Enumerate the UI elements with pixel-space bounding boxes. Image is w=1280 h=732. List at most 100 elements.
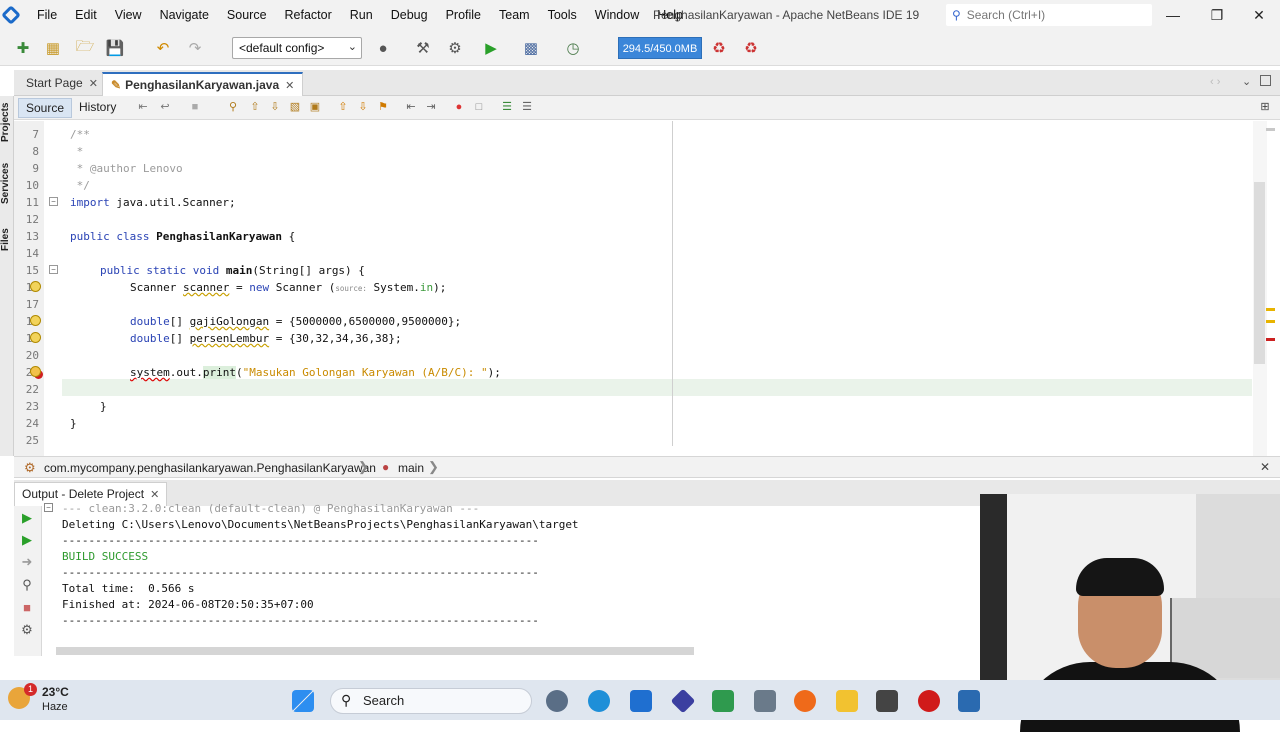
edge-icon[interactable]	[588, 690, 610, 712]
new-file-icon[interactable]: ✚	[12, 38, 34, 58]
opera-icon[interactable]	[918, 690, 940, 712]
mail-icon[interactable]	[630, 690, 652, 712]
menu-team[interactable]: Team	[499, 8, 530, 22]
shift-right-icon[interactable]: ⇥	[424, 101, 438, 114]
services-tab[interactable]: Services	[0, 158, 14, 208]
firefox-icon[interactable]	[794, 690, 816, 712]
config-select[interactable]: <default config> ⌄	[232, 37, 362, 59]
tab-start-page[interactable]: Start Page ✕	[18, 72, 106, 96]
gc-icon[interactable]: ♻	[708, 38, 730, 58]
scroll-tabs-left-icon[interactable]: ‹ ›	[1210, 76, 1220, 88]
next-bookmark-icon[interactable]: ⇩	[356, 101, 370, 114]
prev-bookmark-icon[interactable]: ⇧	[336, 101, 350, 114]
output-find-icon[interactable]: ⚲	[18, 577, 36, 593]
netbeans-taskbar-icon[interactable]	[958, 690, 980, 712]
profile-ide-icon[interactable]: ♻	[740, 38, 762, 58]
menu-tools[interactable]: Tools	[548, 8, 577, 22]
memory-indicator[interactable]: 294.5/450.0MB	[618, 37, 702, 59]
toggle-bookmark-icon[interactable]: ⚑	[376, 101, 390, 114]
output-horizontal-scrollbar[interactable]	[56, 647, 694, 655]
chevron-down-icon[interactable]: ⌄	[1242, 75, 1251, 88]
minimize-icon[interactable]: —	[1164, 6, 1182, 24]
media-app-icon[interactable]	[876, 690, 898, 712]
method-icon: ●	[382, 460, 390, 474]
maximize-pane-icon[interactable]	[1260, 75, 1271, 86]
warning-marker[interactable]	[1266, 320, 1275, 323]
error-bulb-icon[interactable]	[30, 366, 41, 377]
new-project-icon[interactable]: ▦	[42, 38, 64, 58]
close-icon[interactable]: ✕	[285, 80, 294, 92]
open-project-icon[interactable]: 🗁	[74, 38, 96, 58]
uncomment-icon[interactable]: ☰	[520, 101, 534, 114]
menu-edit[interactable]: Edit	[75, 8, 97, 22]
last-edit-icon[interactable]: ⇤	[136, 101, 150, 114]
weather-widget[interactable]: 1 23°C Haze	[8, 683, 88, 717]
fold-toggle-icon[interactable]: −	[44, 503, 53, 512]
stop-icon[interactable]: ■	[18, 600, 36, 616]
search-placeholder: Search (Ctrl+I)	[966, 8, 1046, 22]
start-macro-icon[interactable]: ●	[452, 101, 466, 114]
breadcrumb-method[interactable]: main	[398, 461, 424, 475]
comment-icon[interactable]: ☰	[500, 101, 514, 114]
save-all-icon[interactable]: 💾	[104, 38, 126, 58]
error-marker[interactable]	[1266, 338, 1275, 341]
find-prev-icon[interactable]: ⇧	[248, 101, 262, 114]
profile-icon[interactable]: ◷	[562, 38, 584, 58]
debug-icon[interactable]: ▩	[520, 38, 542, 58]
projects-tab[interactable]: Projects	[0, 98, 14, 146]
forward-icon[interactable]: ■	[188, 101, 202, 114]
menu-debug[interactable]: Debug	[391, 8, 428, 22]
history-button[interactable]: History	[72, 98, 123, 118]
menu-refactor[interactable]: Refactor	[285, 8, 332, 22]
ide-search-input[interactable]: ⚲ Search (Ctrl+I)	[946, 4, 1152, 26]
back-icon[interactable]: ↩	[158, 101, 172, 114]
maximize-icon[interactable]: ❐	[1208, 6, 1226, 24]
tab-penghasilan-java[interactable]: ✎ PenghasilanKaryawan.java ✕	[102, 72, 304, 96]
menu-navigate[interactable]: Navigate	[160, 8, 209, 22]
hint-bulb-icon[interactable]	[30, 281, 41, 292]
hint-bulb-icon[interactable]	[30, 332, 41, 343]
settings-icon[interactable]: ⚙	[18, 622, 36, 638]
split-editor-icon[interactable]: ⊞	[1258, 101, 1272, 114]
taskbar-search[interactable]: ⚲ Search	[330, 688, 532, 714]
toggle-highlight-icon[interactable]: ▧	[288, 101, 302, 114]
annotation-marker[interactable]	[1266, 128, 1275, 131]
hint-bulb-icon[interactable]	[30, 315, 41, 326]
warning-marker[interactable]	[1266, 308, 1275, 311]
find-next-icon[interactable]: ⇩	[268, 101, 282, 114]
fold-toggle-icon[interactable]: −	[49, 265, 58, 274]
start-icon[interactable]	[292, 690, 314, 712]
calculator-icon[interactable]	[754, 690, 776, 712]
file-explorer-icon[interactable]	[836, 690, 858, 712]
menu-profile[interactable]: Profile	[446, 8, 481, 22]
scrollbar-thumb[interactable]	[1254, 182, 1265, 364]
resume-icon[interactable]: ➜	[18, 554, 36, 570]
spreadsheet-icon[interactable]	[712, 690, 734, 712]
fold-toggle-icon[interactable]: −	[49, 197, 58, 206]
menu-file[interactable]: File	[37, 8, 57, 22]
source-button[interactable]: Source	[18, 98, 73, 118]
close-icon[interactable]: ✕	[1260, 460, 1270, 474]
chat-icon[interactable]	[546, 690, 568, 712]
close-window-icon[interactable]: ✕	[1250, 6, 1268, 24]
rerun-goals-icon[interactable]: ▶	[18, 532, 36, 548]
stop-macro-icon[interactable]: □	[472, 101, 486, 114]
run-icon[interactable]: ▶	[480, 38, 502, 58]
rerun-icon[interactable]: ▶	[18, 510, 36, 526]
undo-icon[interactable]: ↶	[152, 38, 174, 58]
build-hammer-icon[interactable]: ⚒	[412, 38, 434, 58]
redo-icon[interactable]: ↷	[184, 38, 206, 58]
menu-source[interactable]: Source	[227, 8, 267, 22]
toggle-rect-select-icon[interactable]: ▣	[308, 101, 322, 114]
menu-window[interactable]: Window	[595, 8, 639, 22]
close-icon[interactable]: ✕	[89, 78, 98, 90]
close-icon[interactable]: ✕	[150, 489, 159, 501]
menu-run[interactable]: Run	[350, 8, 373, 22]
breadcrumb-class[interactable]: com.mycompany.penghasilankaryawan.Pengha…	[44, 461, 376, 475]
find-icon[interactable]: ⚲	[226, 101, 240, 114]
clean-build-icon[interactable]: ⚙	[444, 38, 466, 58]
menu-view[interactable]: View	[115, 8, 142, 22]
shift-left-icon[interactable]: ⇤	[404, 101, 418, 114]
globe-icon[interactable]: ●	[372, 38, 394, 58]
files-tab[interactable]: Files	[0, 226, 14, 254]
